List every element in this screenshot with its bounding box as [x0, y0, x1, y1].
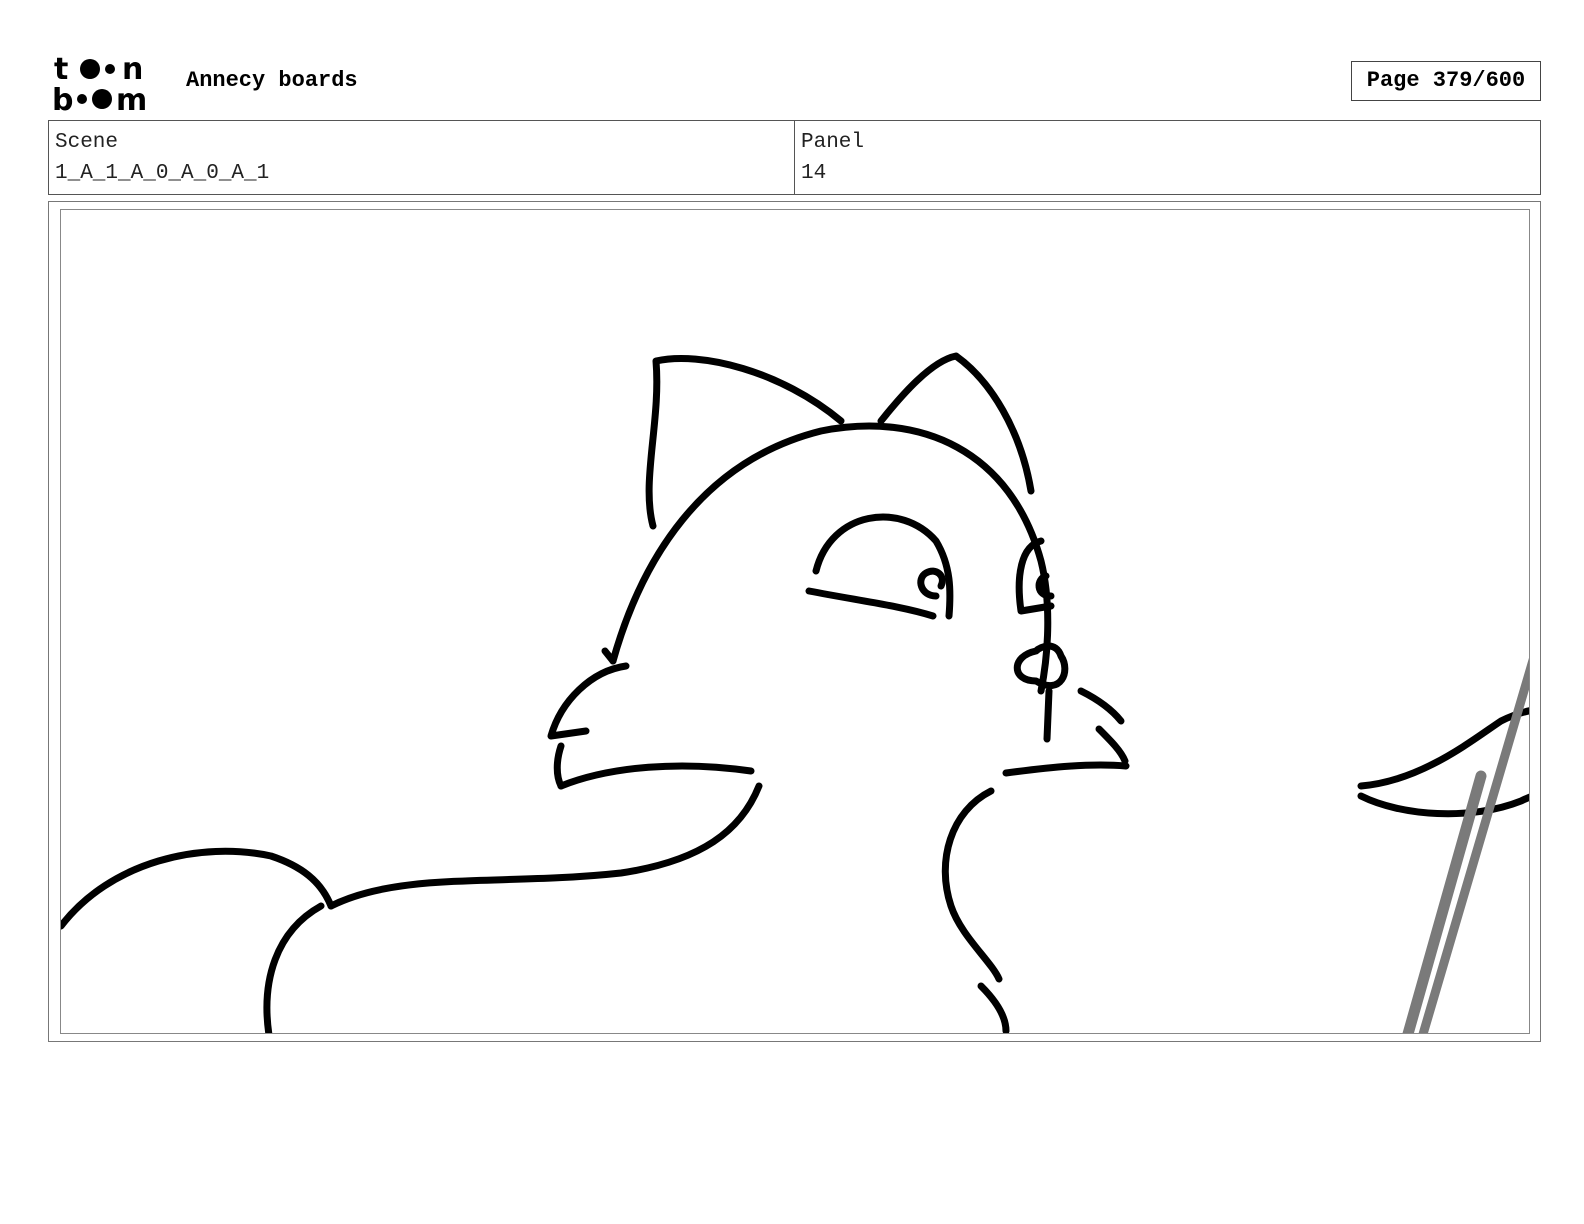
left-ear — [645, 355, 845, 530]
mouth — [1002, 761, 1130, 777]
document-title: Annecy boards — [186, 68, 358, 93]
svg-text:t: t — [54, 52, 68, 87]
svg-text:b: b — [52, 83, 73, 112]
panel-value: 14 — [801, 162, 827, 185]
body-line — [327, 782, 763, 910]
scene-value: 1_A_1_A_0_A_0_A_1 — [55, 162, 270, 185]
scene-cell: Scene 1_A_1_A_0_A_0_A_1 — [49, 121, 794, 194]
tail-curve — [263, 902, 325, 1033]
fox-sketch-drawing — [61, 352, 1529, 1033]
right-ear — [877, 352, 1035, 495]
svg-text:n: n — [122, 52, 143, 87]
head-outline — [609, 422, 1052, 695]
panel-label: Panel — [801, 131, 865, 154]
panel-cell: Panel 14 — [794, 121, 1540, 194]
scene-panel-info: Scene 1_A_1_A_0_A_0_A_1 Panel 14 — [48, 120, 1541, 195]
storyboard-panel — [60, 209, 1530, 1034]
toon-boom-logo: t n b m — [52, 52, 147, 112]
scene-label: Scene — [55, 131, 119, 154]
svg-text:m: m — [116, 83, 147, 112]
page-indicator: Page 379/600 — [1351, 61, 1541, 101]
